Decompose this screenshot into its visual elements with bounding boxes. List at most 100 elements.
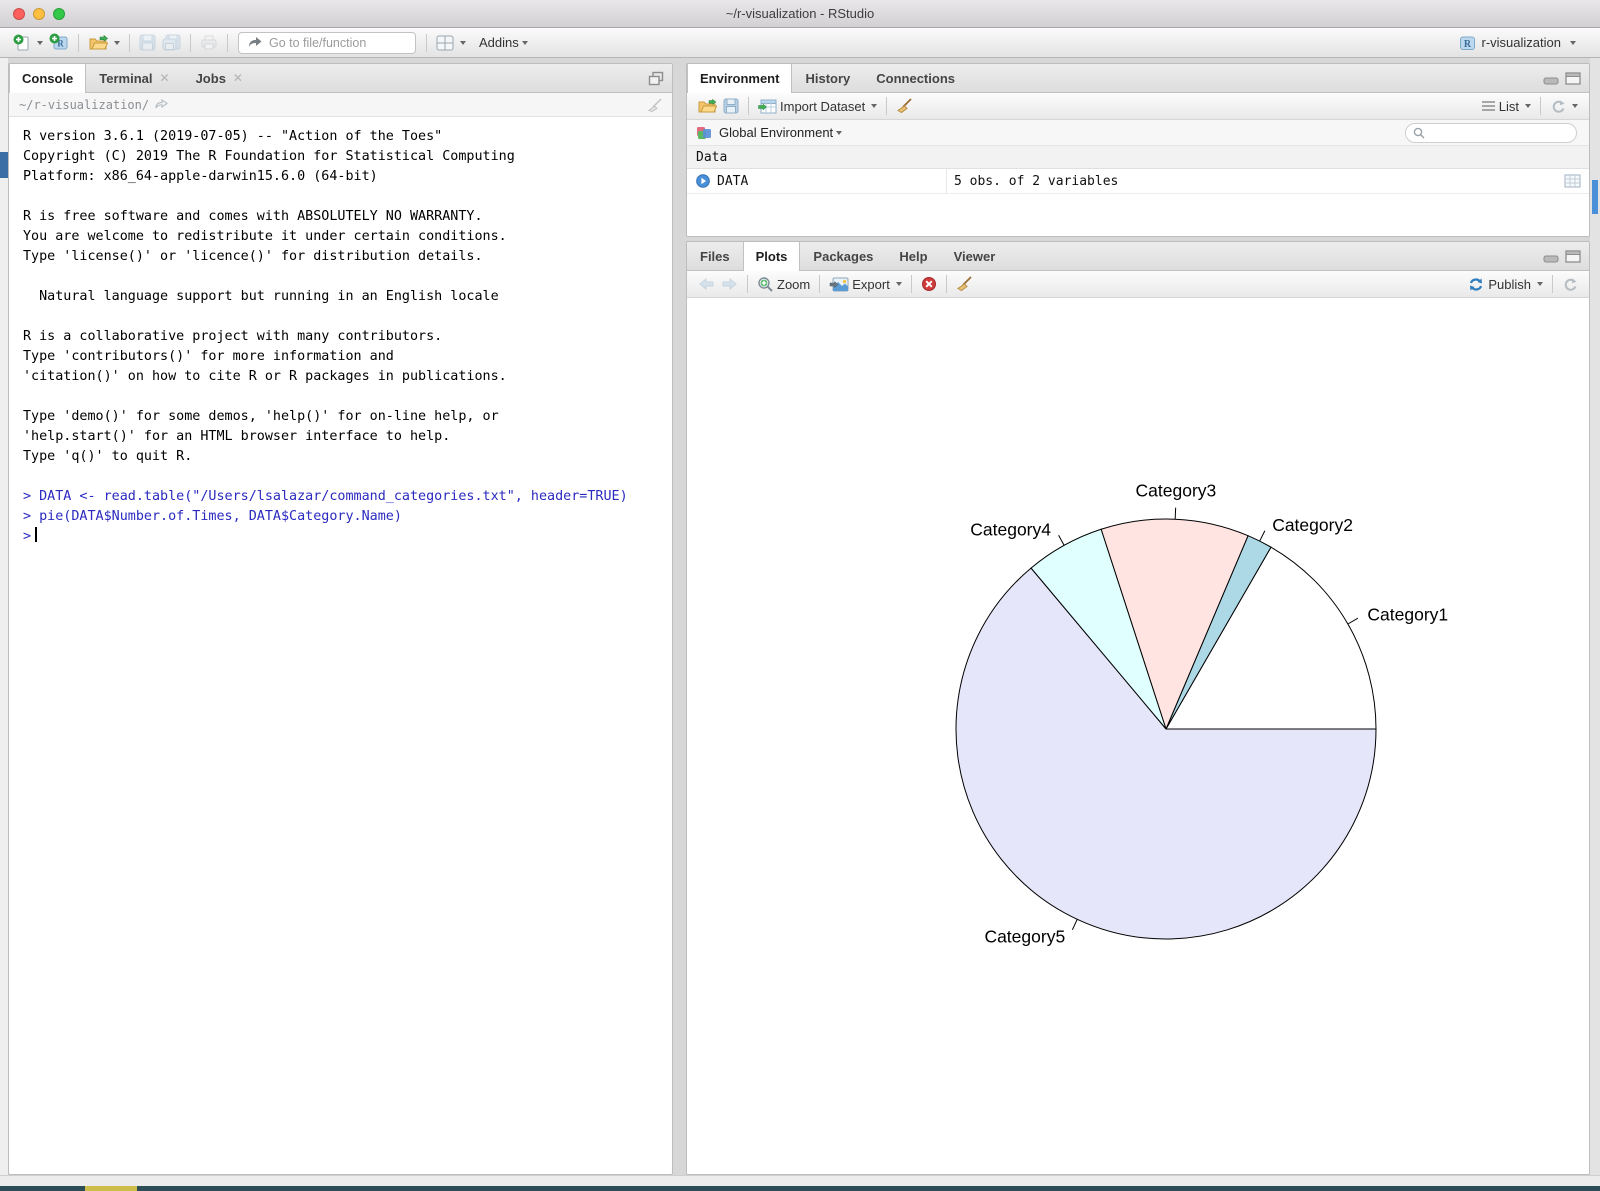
scope-caret[interactable] <box>836 131 842 135</box>
object-expander-icon[interactable] <box>696 174 710 188</box>
export-plot-button[interactable]: Export <box>826 275 905 294</box>
refresh-plot-button[interactable] <box>1559 275 1581 294</box>
save-icon <box>723 98 739 114</box>
pane-layout-button[interactable] <box>433 33 469 53</box>
desktop-bottom-sliver <box>0 1186 1600 1191</box>
environment-layers-icon <box>695 125 712 141</box>
tab-connections-label: Connections <box>876 71 955 86</box>
console-line <box>23 187 672 207</box>
zoom-plot-button[interactable]: Zoom <box>754 274 813 294</box>
clear-console-icon[interactable] <box>647 98 663 113</box>
console-line: Platform: x86_64-apple-darwin15.6.0 (64-… <box>23 167 672 187</box>
console-output[interactable]: R version 3.6.1 (2019-07-05) -- "Action … <box>9 117 672 547</box>
tab-jobs[interactable]: Jobs ✕ <box>183 64 256 92</box>
maximize-pane-icon[interactable] <box>1565 250 1581 263</box>
new-file-dropdown-caret[interactable] <box>37 41 43 45</box>
project-name: r-visualization <box>1482 35 1561 50</box>
environment-pane: Environment History Connections <box>686 63 1590 237</box>
pie-chart-svg: Category1Category2Category3Category4Cate… <box>687 298 1589 1175</box>
tab-viewer[interactable]: Viewer <box>941 242 1009 270</box>
pane-layout-dropdown-caret[interactable] <box>460 41 466 45</box>
console-pane: Console Terminal ✕ Jobs ✕ ~/r-visualizat… <box>8 63 673 1175</box>
open-file-dropdown-caret[interactable] <box>114 41 120 45</box>
tab-history[interactable]: History <box>792 64 863 92</box>
new-file-icon <box>13 34 31 52</box>
search-icon <box>1413 127 1425 139</box>
tab-help-label: Help <box>899 249 927 264</box>
refresh-icon <box>1562 277 1578 292</box>
desktop-left-sliver <box>0 58 8 1186</box>
working-dir[interactable]: ~/r-visualization/ <box>19 98 149 112</box>
clear-all-plots-button[interactable] <box>953 274 976 294</box>
save-all-icon <box>162 34 181 51</box>
open-file-button[interactable] <box>85 33 123 53</box>
tab-environment[interactable]: Environment <box>687 64 792 93</box>
print-icon <box>200 35 218 50</box>
refresh-caret[interactable] <box>1572 104 1578 108</box>
previous-plot-button[interactable] <box>695 275 718 293</box>
addins-caret <box>522 41 528 45</box>
console-line: R version 3.6.1 (2019-07-05) -- "Action … <box>23 127 672 147</box>
environment-search-input[interactable] <box>1405 123 1577 143</box>
tab-help[interactable]: Help <box>886 242 940 270</box>
console-tabstrip: Console Terminal ✕ Jobs ✕ <box>9 64 672 93</box>
minimize-pane-icon[interactable] <box>1543 73 1559 85</box>
goto-file-function-input[interactable]: Go to file/function <box>238 32 416 54</box>
tab-connections[interactable]: Connections <box>863 64 968 92</box>
save-all-button[interactable] <box>159 32 184 53</box>
import-dataset-icon <box>758 99 777 114</box>
view-data-grid-icon[interactable] <box>1564 174 1581 188</box>
save-workspace-button[interactable] <box>720 96 742 116</box>
publish-label: Publish <box>1488 277 1531 292</box>
object-summary: 5 obs. of 2 variables <box>947 174 1589 189</box>
remove-plot-button[interactable] <box>918 274 940 294</box>
export-label: Export <box>852 277 890 292</box>
tab-plots[interactable]: Plots <box>743 242 801 271</box>
tab-terminal[interactable]: Terminal ✕ <box>86 64 182 92</box>
plots-pane: Files Plots Packages Help Viewer <box>686 241 1590 1175</box>
tab-plots-label: Plots <box>756 249 788 264</box>
console-prompt-line[interactable]: > <box>23 527 672 547</box>
pie-label-tick <box>1260 531 1265 541</box>
load-workspace-button[interactable] <box>695 97 720 116</box>
minimize-pane-icon[interactable] <box>1543 251 1559 263</box>
environment-object-row[interactable]: DATA 5 obs. of 2 variables <box>687 169 1589 194</box>
addins-label: Addins <box>479 35 519 50</box>
pie-label-Category5: Category5 <box>984 927 1065 947</box>
new-project-icon: R <box>49 33 69 52</box>
environment-view-mode-button[interactable]: List <box>1478 97 1534 116</box>
tab-packages-label: Packages <box>813 249 873 264</box>
text-cursor <box>35 527 37 542</box>
forward-arrow-icon <box>721 277 738 291</box>
new-project-button[interactable]: R <box>46 31 72 54</box>
save-icon <box>139 34 156 51</box>
pie-label-tick <box>1175 508 1176 520</box>
environment-tabstrip: Environment History Connections <box>687 64 1589 93</box>
export-caret <box>896 282 902 286</box>
maximize-pane-icon[interactable] <box>1565 72 1581 85</box>
new-file-button[interactable] <box>10 32 46 54</box>
console-working-dir-bar: ~/r-visualization/ <box>9 93 672 117</box>
scope-selector[interactable]: Global Environment <box>719 125 833 140</box>
tab-files[interactable]: Files <box>687 242 743 270</box>
clear-environment-button[interactable] <box>893 96 916 116</box>
tab-console[interactable]: Console <box>9 64 86 93</box>
publish-caret <box>1537 282 1543 286</box>
back-arrow-icon <box>698 277 715 291</box>
tab-terminal-close-icon[interactable]: ✕ <box>160 71 170 85</box>
console-line: Copyright (C) 2019 The R Foundation for … <box>23 147 672 167</box>
save-button[interactable] <box>136 32 159 53</box>
tab-jobs-close-icon[interactable]: ✕ <box>233 71 243 85</box>
restore-panes-icon[interactable] <box>648 71 664 86</box>
console-line: Natural language support but running in … <box>23 287 672 307</box>
list-view-icon <box>1481 100 1496 112</box>
addins-menu[interactable]: Addins <box>479 35 528 50</box>
project-menu[interactable]: R r-visualization <box>1459 35 1576 51</box>
import-dataset-button[interactable]: Import Dataset <box>755 97 880 116</box>
print-button[interactable] <box>197 33 221 52</box>
tab-packages[interactable]: Packages <box>800 242 886 270</box>
publish-plot-button[interactable]: Publish <box>1464 275 1546 294</box>
open-in-files-icon[interactable] <box>155 99 169 110</box>
refresh-environment-button[interactable] <box>1547 97 1581 116</box>
next-plot-button[interactable] <box>718 275 741 293</box>
